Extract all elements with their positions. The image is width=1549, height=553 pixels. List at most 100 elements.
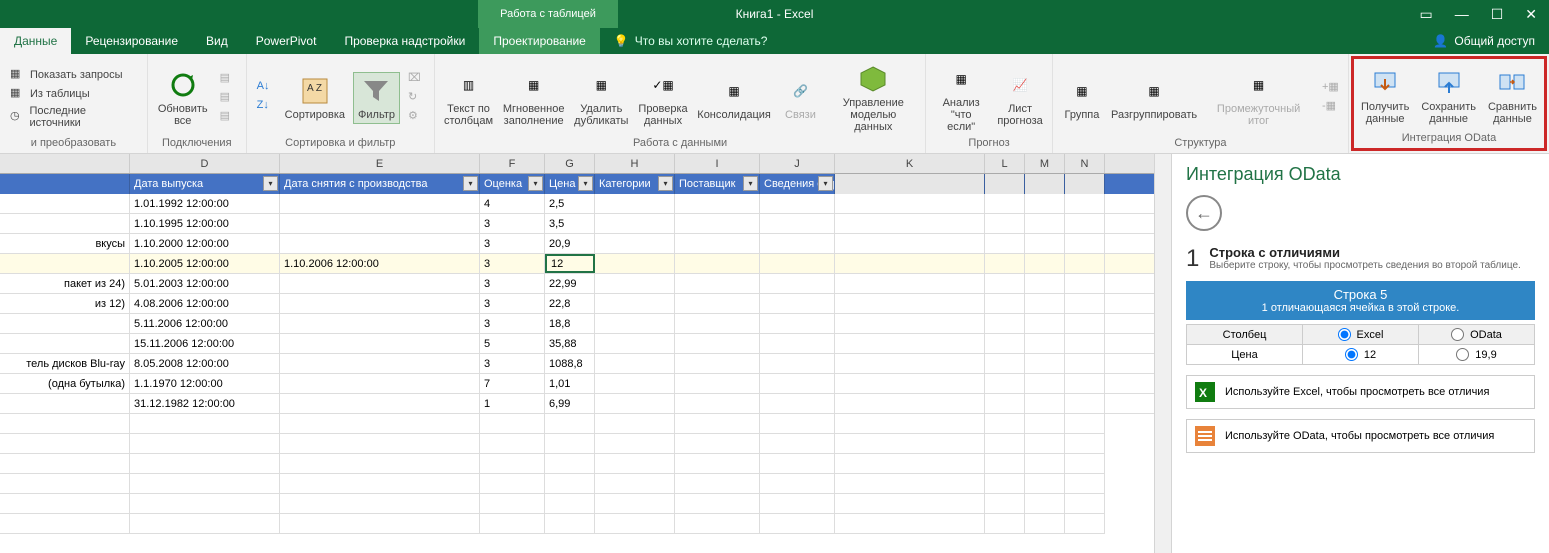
from-table-button[interactable]: ▦Из таблицы bbox=[6, 85, 141, 103]
col-header[interactable]: N bbox=[1065, 154, 1105, 173]
clear-filter-btn[interactable]: ⌧ bbox=[404, 70, 428, 88]
tab-powerpivot[interactable]: PowerPivot bbox=[242, 28, 331, 54]
table-row[interactable]: из 12)4.08.2006 12:00:00322,8 bbox=[0, 294, 1154, 314]
show-queries-button[interactable]: ▦Показать запросы bbox=[6, 66, 141, 84]
odata-value-radio[interactable] bbox=[1456, 348, 1469, 361]
table-row[interactable]: 1.10.2005 12:00:001.10.2006 12:00:00312 bbox=[0, 254, 1154, 274]
col-header[interactable]: H bbox=[595, 154, 675, 173]
connections-btn[interactable]: ▤ bbox=[216, 70, 240, 88]
compare-row-excel[interactable]: 12 bbox=[1303, 345, 1419, 364]
table-row[interactable]: пакет из 24)5.01.2003 12:00:00322,99 bbox=[0, 274, 1154, 294]
table-row[interactable]: 1.01.1992 12:00:0042,5 bbox=[0, 194, 1154, 214]
tab-view[interactable]: Вид bbox=[192, 28, 242, 54]
relationships-button: 🔗Связи bbox=[777, 73, 823, 123]
odata-icon bbox=[1195, 426, 1215, 446]
odata-header-radio[interactable] bbox=[1451, 328, 1464, 341]
columns-icon: ▥ bbox=[453, 69, 485, 101]
text-to-columns-button[interactable]: ▥Текст по столбцам bbox=[441, 67, 496, 129]
table-row[interactable]: 5.11.2006 12:00:00318,8 bbox=[0, 314, 1154, 334]
filter-dropdown-icon[interactable]: ▾ bbox=[528, 176, 543, 191]
group-button[interactable]: ▦Группа bbox=[1059, 73, 1105, 123]
data-validation-button[interactable]: ✓▦Проверка данных bbox=[635, 67, 690, 129]
consolidate-button[interactable]: ▦Консолидация bbox=[695, 73, 774, 123]
table-header[interactable]: Сведения о продукте▾ bbox=[760, 174, 835, 194]
col-header[interactable]: M bbox=[1025, 154, 1065, 173]
compare-row-odata[interactable]: 19,9 bbox=[1419, 345, 1534, 364]
ungroup-button[interactable]: ▦Разгруппировать bbox=[1109, 73, 1199, 123]
col-header[interactable]: I bbox=[675, 154, 760, 173]
filter-dropdown-icon[interactable]: ▾ bbox=[263, 176, 278, 191]
filter-dropdown-icon[interactable]: ▾ bbox=[578, 176, 593, 191]
tell-me-search[interactable]: 💡Что вы хотите сделать? bbox=[600, 28, 782, 54]
sort-az-button[interactable]: A↓ bbox=[253, 79, 277, 97]
ribbon-options-icon[interactable]: ▭ bbox=[1419, 6, 1432, 23]
odata-get-button[interactable]: Получить данные bbox=[1357, 65, 1413, 127]
table-row[interactable]: 31.12.1982 12:00:0016,99 bbox=[0, 394, 1154, 414]
table-row[interactable]: 15.11.2006 12:00:00535,88 bbox=[0, 334, 1154, 354]
filter-dropdown-icon[interactable]: ▾ bbox=[463, 176, 478, 191]
table-row[interactable]: вкусы1.10.2000 12:00:00320,9 bbox=[0, 234, 1154, 254]
sort-button[interactable]: A Z Сортировка bbox=[281, 73, 349, 123]
table-header[interactable]: Дата выпуска▾ bbox=[130, 174, 280, 194]
compare-hdr-excel[interactable]: Excel bbox=[1303, 325, 1419, 344]
table-row[interactable]: (одна бутылка)1.1.1970 12:00:0071,01 bbox=[0, 374, 1154, 394]
col-header[interactable]: D bbox=[130, 154, 280, 173]
use-odata-action[interactable]: Используйте OData, чтобы просмотреть все… bbox=[1186, 419, 1535, 453]
minimize-icon[interactable]: — bbox=[1455, 6, 1469, 22]
col-header[interactable]: E bbox=[280, 154, 480, 173]
bulb-icon: 💡 bbox=[614, 28, 629, 54]
recent-sources-button[interactable]: ◷Последние источники bbox=[6, 104, 141, 130]
properties-btn[interactable]: ▤ bbox=[216, 89, 240, 107]
what-if-button[interactable]: ▦Анализ "что если" bbox=[932, 61, 990, 135]
tab-review[interactable]: Рецензирование bbox=[71, 28, 192, 54]
refresh-all-button[interactable]: Обновить все bbox=[154, 67, 212, 129]
table-header[interactable]: Цена▾ bbox=[545, 174, 595, 194]
table-row[interactable]: 1.10.1995 12:00:0033,5 bbox=[0, 214, 1154, 234]
col-header[interactable]: K bbox=[835, 154, 985, 173]
compare-hdr-odata[interactable]: OData bbox=[1419, 325, 1534, 344]
filter-dropdown-icon[interactable]: ▾ bbox=[818, 176, 833, 191]
excel-header-radio[interactable] bbox=[1338, 328, 1351, 341]
subtotal-button: ▦Промежуточный итог bbox=[1203, 67, 1314, 129]
compare-icon bbox=[1496, 67, 1528, 99]
filter-dropdown-icon[interactable]: ▾ bbox=[658, 176, 673, 191]
manage-data-model-button[interactable]: Управление моделью данных bbox=[827, 61, 919, 135]
forecast-sheet-button[interactable]: 📈Лист прогноза bbox=[994, 67, 1046, 129]
forecast-icon: 📈 bbox=[1004, 69, 1036, 101]
close-icon[interactable]: ✕ bbox=[1525, 6, 1537, 23]
remove-duplicates-button[interactable]: ▦Удалить дубликаты bbox=[571, 67, 631, 129]
maximize-icon[interactable]: ☐ bbox=[1491, 6, 1504, 23]
table-header[interactable]: Оценка▾ bbox=[480, 174, 545, 194]
funnel-icon bbox=[360, 75, 392, 107]
reapply-btn[interactable]: ↻ bbox=[404, 89, 428, 107]
flash-fill-button[interactable]: ▦Мгновенное заполнение bbox=[500, 67, 567, 129]
tab-design[interactable]: Проектирование bbox=[479, 28, 600, 54]
odata-save-button[interactable]: Сохранить данные bbox=[1417, 65, 1480, 127]
person-icon: 👤 bbox=[1433, 28, 1448, 54]
back-button[interactable]: ← bbox=[1186, 195, 1222, 231]
table-header[interactable]: Категории▾ bbox=[595, 174, 675, 194]
filter-button[interactable]: Фильтр bbox=[353, 72, 400, 124]
edit-links-btn[interactable]: ▤ bbox=[216, 108, 240, 126]
sort-az-icon: A↓ bbox=[257, 80, 273, 96]
use-excel-action[interactable]: X Используйте Excel, чтобы просмотреть в… bbox=[1186, 375, 1535, 409]
vertical-scrollbar[interactable] bbox=[1154, 154, 1171, 553]
group-forecast: Прогноз bbox=[932, 137, 1046, 153]
sort-za-button[interactable]: Z↓ bbox=[253, 98, 277, 116]
table-header[interactable]: Дата снятия с производства▾ bbox=[280, 174, 480, 194]
col-header[interactable]: J bbox=[760, 154, 835, 173]
share-button[interactable]: 👤Общий доступ bbox=[1419, 28, 1549, 54]
col-header[interactable]: G bbox=[545, 154, 595, 173]
excel-value-radio[interactable] bbox=[1345, 348, 1358, 361]
table-row[interactable]: тель дисков Blu-ray8.05.2008 12:00:00310… bbox=[0, 354, 1154, 374]
upload-icon bbox=[1433, 67, 1465, 99]
col-header[interactable]: L bbox=[985, 154, 1025, 173]
tab-addin-check[interactable]: Проверка надстройки bbox=[330, 28, 479, 54]
filter-dropdown-icon[interactable]: ▾ bbox=[743, 176, 758, 191]
consolidate-icon: ▦ bbox=[718, 75, 750, 107]
col-header[interactable]: F bbox=[480, 154, 545, 173]
table-header[interactable]: Поставщик▾ bbox=[675, 174, 760, 194]
odata-compare-button[interactable]: Сравнить данные bbox=[1484, 65, 1541, 127]
tab-data[interactable]: Данные bbox=[0, 28, 71, 54]
advanced-btn[interactable]: ⚙ bbox=[404, 108, 428, 126]
